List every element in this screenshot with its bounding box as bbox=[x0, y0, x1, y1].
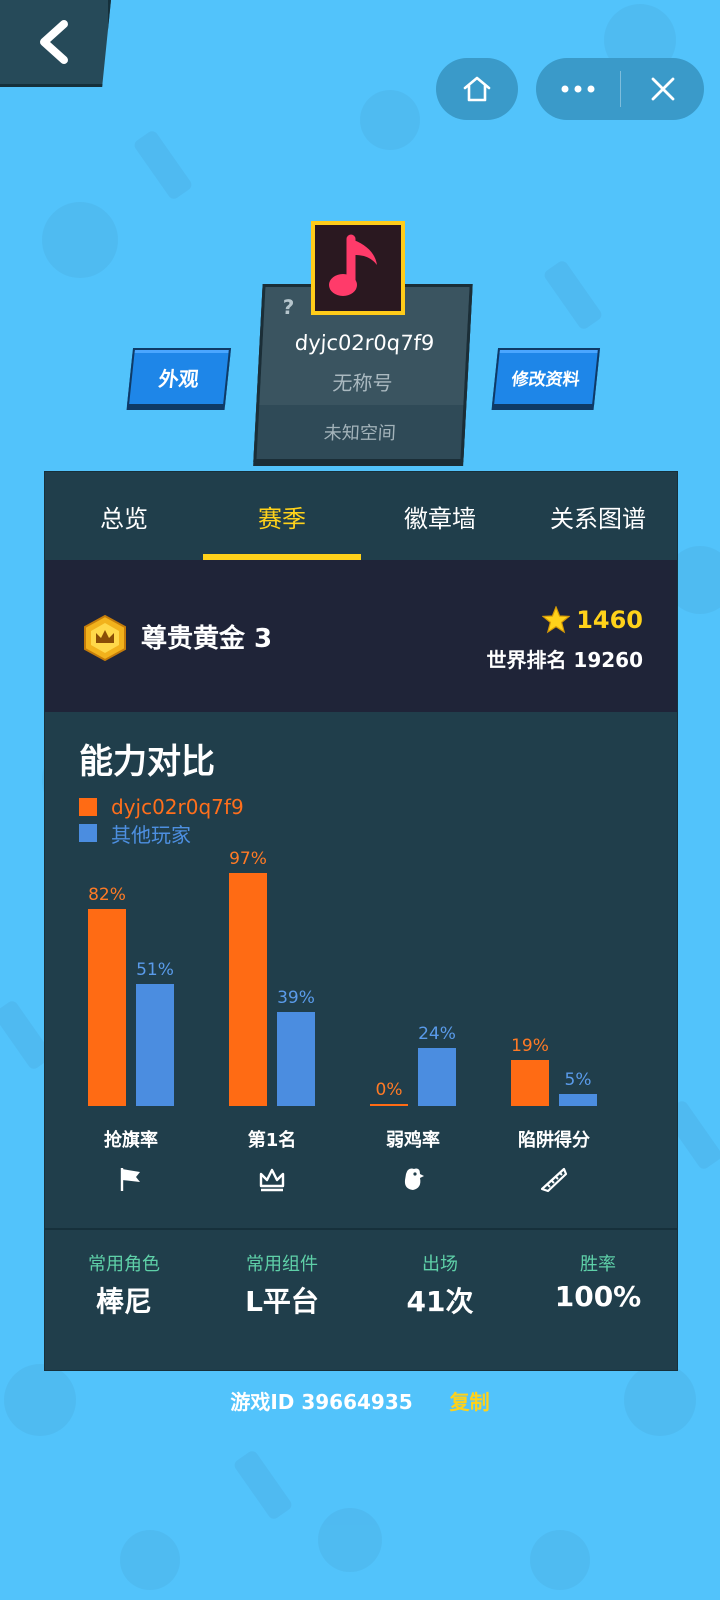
bar-me bbox=[370, 1104, 408, 1106]
username: dyjc02r0q7f9 bbox=[294, 331, 435, 355]
appearance-button-label: 外观 bbox=[157, 366, 201, 391]
home-icon bbox=[463, 76, 491, 102]
bar-other-value: 5% bbox=[564, 1070, 592, 1090]
bar-me-value: 0% bbox=[375, 1080, 403, 1100]
more-icon bbox=[561, 85, 595, 93]
tab-bar: 总览 赛季 徽章墙 关系图谱 bbox=[45, 472, 677, 560]
ability-chart: 82% 51% 抢旗率 97% 39% 第1名 0% 24% 弱鸡率 19% 5% 陷阱得分 bbox=[45, 849, 677, 1222]
game-id-line: 游戏ID 39664935 复制 bbox=[0, 1386, 720, 1415]
tab-season[interactable]: 赛季 bbox=[203, 472, 361, 560]
stat-label: 常用角色 bbox=[88, 1254, 160, 1275]
home-button[interactable] bbox=[436, 58, 518, 120]
bar-other bbox=[418, 1048, 456, 1106]
stat-value: L平台 bbox=[245, 1285, 319, 1318]
player-title: 无称号 bbox=[331, 371, 394, 395]
star-icon bbox=[542, 606, 571, 634]
chicken-icon bbox=[404, 1168, 424, 1190]
bar-other bbox=[277, 1012, 315, 1106]
chevron-left-icon bbox=[40, 20, 68, 64]
world-rank: 世界排名 19260 bbox=[486, 648, 643, 672]
crown-icon bbox=[259, 1168, 285, 1192]
edit-profile-button[interactable]: 修改资料 bbox=[491, 348, 601, 406]
legend-me-swatch bbox=[79, 798, 97, 816]
avatar[interactable] bbox=[311, 221, 405, 315]
stat-label: 常用组件 bbox=[246, 1254, 318, 1275]
category-label: 陷阱得分 bbox=[518, 1130, 590, 1151]
stat-main-character: 常用角色 棒尼 bbox=[45, 1246, 203, 1346]
tab-badge-wall[interactable]: 徽章墙 bbox=[361, 472, 519, 560]
stars-value: 1460 bbox=[576, 606, 643, 634]
player-space: 未知空间 bbox=[323, 423, 397, 444]
stat-label: 胜率 bbox=[580, 1254, 616, 1275]
rank-stars: 1460 bbox=[542, 606, 643, 634]
bar-other bbox=[559, 1094, 597, 1106]
category-label: 第1名 bbox=[247, 1130, 297, 1151]
tab-season-label: 赛季 bbox=[258, 504, 306, 533]
appearance-button[interactable]: 外观 bbox=[126, 348, 232, 406]
mini-program-capsule bbox=[536, 58, 704, 120]
game-id: 游戏ID 39664935 bbox=[230, 1390, 413, 1414]
rank-strip: 尊贵黄金 3 1460 世界排名 19260 bbox=[45, 560, 677, 712]
tab-overview[interactable]: 总览 bbox=[45, 472, 203, 560]
tab-overview-label: 总览 bbox=[100, 504, 148, 533]
bar-me bbox=[511, 1060, 549, 1106]
bar-other-value: 39% bbox=[277, 988, 315, 1009]
bar-me-value: 82% bbox=[88, 885, 126, 906]
rank-name: 尊贵黄金 3 bbox=[141, 624, 273, 654]
chart-legend: dyjc02r0q7f9 其他玩家 bbox=[79, 794, 244, 847]
category-label: 抢旗率 bbox=[104, 1130, 158, 1151]
bar-me bbox=[229, 873, 267, 1106]
copy-button[interactable]: 复制 bbox=[450, 1390, 490, 1414]
bar-other-value: 24% bbox=[418, 1024, 456, 1045]
edit-profile-button-label: 修改资料 bbox=[510, 369, 581, 390]
unknown-mark: ? bbox=[281, 295, 295, 319]
legend-me-label: dyjc02r0q7f9 bbox=[111, 795, 244, 819]
bar-me-value: 97% bbox=[229, 849, 267, 870]
tab-relationship-label: 关系图谱 bbox=[550, 504, 646, 533]
legend-other-label: 其他玩家 bbox=[111, 822, 191, 847]
legend-other: 其他玩家 bbox=[79, 820, 244, 847]
ability-title: 能力对比 bbox=[79, 742, 215, 782]
stat-win-rate: 胜率 100% bbox=[519, 1246, 677, 1346]
bar-other-value: 51% bbox=[136, 959, 174, 980]
stat-label: 出场 bbox=[422, 1254, 458, 1275]
close-button[interactable] bbox=[621, 58, 704, 120]
close-icon bbox=[651, 77, 674, 101]
stat-value: 100% bbox=[554, 1280, 642, 1313]
category-label: 弱鸡率 bbox=[386, 1130, 440, 1151]
bar-me-value: 19% bbox=[511, 1036, 549, 1057]
music-note-icon bbox=[329, 234, 377, 296]
tab-badge-wall-label: 徽章墙 bbox=[404, 504, 476, 533]
flag-icon bbox=[120, 1168, 140, 1191]
tab-relationship[interactable]: 关系图谱 bbox=[519, 472, 677, 560]
stat-value: 41次 bbox=[406, 1285, 474, 1318]
bar-other bbox=[136, 983, 174, 1106]
ruler-icon bbox=[540, 1167, 568, 1193]
stats-divider bbox=[45, 1228, 677, 1230]
bar-me bbox=[88, 909, 126, 1106]
stat-appearances: 出场 41次 bbox=[361, 1246, 519, 1346]
back-button[interactable] bbox=[0, 0, 111, 87]
more-button[interactable] bbox=[536, 58, 620, 120]
stats-row: 常用角色 棒尼 常用组件 L平台 出场 41次 胜率 100% bbox=[45, 1246, 677, 1346]
legend-other-swatch bbox=[79, 824, 97, 842]
season-panel: 总览 赛季 徽章墙 关系图谱 尊贵黄金 3 1460 世界排名 19260 能力… bbox=[44, 471, 678, 1371]
gold-rank-icon bbox=[84, 614, 126, 662]
stat-main-component: 常用组件 L平台 bbox=[203, 1246, 361, 1346]
legend-me: dyjc02r0q7f9 bbox=[79, 794, 244, 820]
stat-value: 棒尼 bbox=[95, 1285, 152, 1318]
